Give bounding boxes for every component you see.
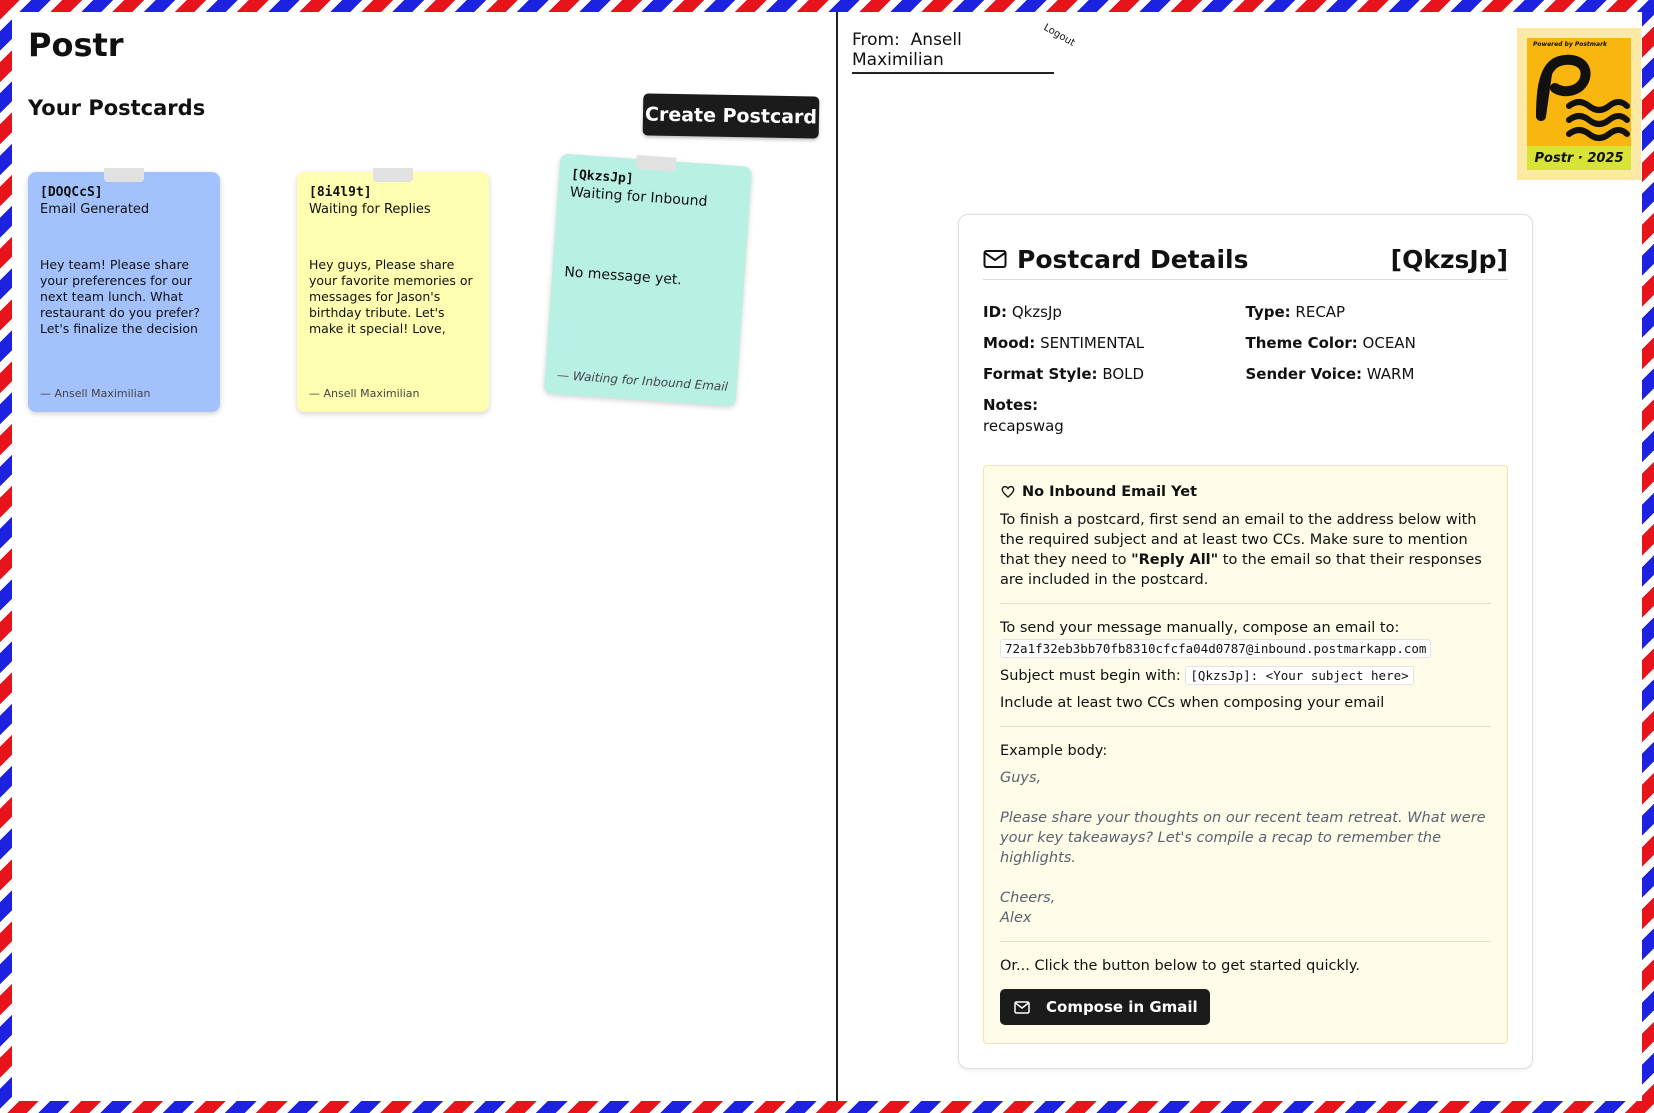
details-title-text: Postcard Details: [1017, 244, 1249, 274]
postr-logo-icon: [1536, 54, 1630, 141]
mail-icon: [1014, 1000, 1030, 1014]
postcard-message: No message yet.: [563, 264, 683, 289]
from-label: From: Ansell Maximilian: [852, 30, 1054, 74]
example-closing: Cheers,: [1000, 890, 1056, 906]
postcards-heading: Your Postcards: [28, 96, 206, 120]
postcard-details-panel: Postcard Details [QkzsJp] ID: QkzsJp Typ…: [958, 214, 1533, 1069]
inbound-intro: To finish a postcard, first send an emai…: [1000, 512, 1482, 588]
postr-stamp: Powered by Postmark Postr · 2025: [1517, 28, 1641, 180]
field-notes-label: Notes:: [983, 396, 1039, 414]
compose-gmail-button[interactable]: Compose in Gmail: [1000, 989, 1210, 1025]
details-title: Postcard Details: [983, 245, 1249, 274]
postcard-message: Hey guys, Please share your favorite mem…: [309, 257, 473, 336]
field-voice: Sender Voice: WARM: [1245, 365, 1415, 383]
postcard-card[interactable]: [8i4l9t] Waiting for Replies Hey guys, P…: [297, 168, 489, 412]
inbound-address[interactable]: 72a1f32eb3bb70fb8310cfcfa04d0787@inbound…: [1000, 639, 1432, 658]
postcard-id: [DOQCcS]: [40, 185, 103, 200]
postcard-status: Email Generated: [40, 202, 150, 217]
subject-line: Subject must begin with: [QkzsJp]: <Your…: [1000, 666, 1491, 686]
vertical-divider: [836, 12, 838, 1101]
mail-icon: [983, 250, 1007, 268]
manual-label: To send your message manually, compose a…: [1000, 620, 1400, 636]
cc-note: Include at least two CCs when composing …: [1000, 695, 1385, 711]
field-type: Type: RECAP: [1245, 303, 1346, 321]
create-postcard-button[interactable]: Create Postcard: [642, 93, 820, 139]
postcard-signature: — Waiting for Inbound Email: [556, 367, 729, 394]
quick-start-text: Or... Click the button below to get star…: [1000, 958, 1361, 974]
example-name: Alex: [1000, 910, 1032, 926]
details-meta: ID: QkzsJp Type: RECAP Mood: SENTIMENTAL…: [983, 303, 1508, 435]
postcard-signature: — Ansell Maximilian: [40, 387, 151, 400]
subject-prefix[interactable]: [QkzsJp]: <Your subject here>: [1185, 666, 1414, 685]
app-logo-text: Postr: [28, 26, 124, 64]
field-id: ID: QkzsJp: [983, 303, 1062, 321]
postcard-card[interactable]: [DOQCcS] Email Generated Hey team! Pleas…: [28, 168, 220, 412]
postcard-card-selected[interactable]: [QkzsJp] Waiting for Inbound No message …: [543, 153, 753, 407]
example-body: Please share your thoughts on our recent…: [1000, 810, 1486, 866]
heart-hand-icon: [1001, 485, 1015, 498]
tape-strip: [373, 168, 413, 182]
tape-strip: [635, 154, 677, 172]
stamp-footer: Postr · 2025: [1527, 146, 1631, 170]
example-label: Example body:: [1000, 743, 1108, 759]
tape-strip: [104, 168, 144, 182]
postcard-signature: — Ansell Maximilian: [309, 387, 420, 400]
example-greeting: Guys,: [1000, 770, 1042, 786]
details-header: Postcard Details [QkzsJp]: [983, 239, 1508, 280]
field-theme: Theme Color: OCEAN: [1245, 334, 1416, 352]
field-mood: Mood: SENTIMENTAL: [983, 334, 1145, 352]
stamp-face: Powered by Postmark Postr · 2025: [1527, 38, 1631, 170]
from-prefix: From:: [852, 30, 900, 50]
details-code: [QkzsJp]: [1390, 244, 1508, 274]
postcard-id: [8i4l9t]: [309, 185, 372, 200]
field-format: Format Style: BOLD: [983, 365, 1145, 383]
inbound-instructions: No Inbound Email Yet To finish a postcar…: [983, 465, 1508, 1044]
field-notes: recapswag: [983, 417, 1064, 435]
postcard-status: Waiting for Replies: [309, 202, 431, 217]
inbound-title: No Inbound Email Yet: [1000, 482, 1491, 502]
postcard-message: Hey team! Please share your preferences …: [40, 257, 200, 336]
